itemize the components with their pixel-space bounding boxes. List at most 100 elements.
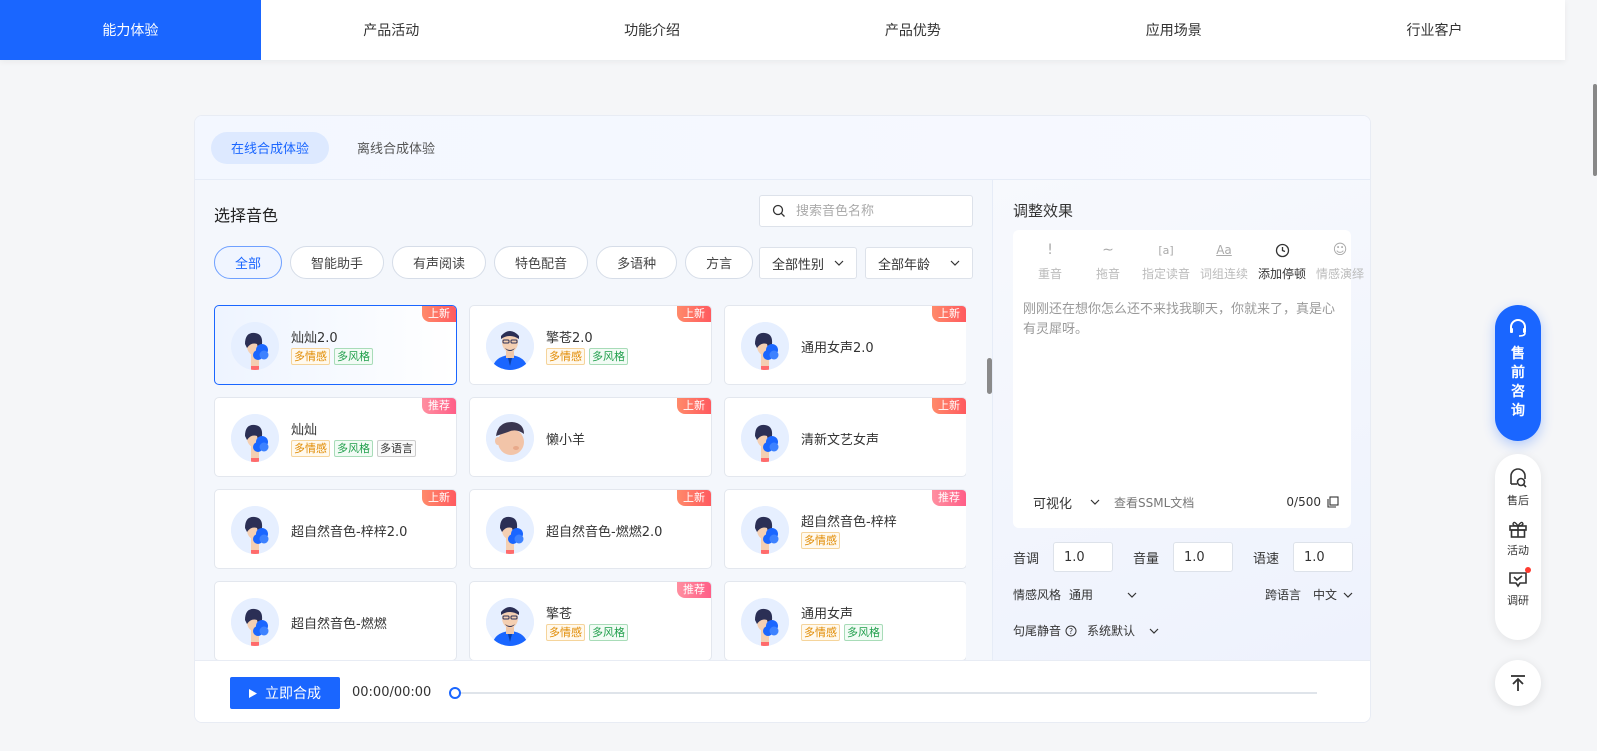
playback-progress[interactable]: [449, 687, 1317, 699]
nav-item-features[interactable]: 功能介绍: [522, 0, 783, 60]
age-select[interactable]: 全部年龄: [865, 247, 973, 279]
text-editor: ! 重音 ∼ 拖音 [a] 指定读音 Aa 词组连续 添加停顿 ☺ 情感演绎 刚…: [1013, 230, 1364, 528]
text-format-icon: Aa: [1216, 243, 1232, 257]
visualize-select[interactable]: 可视化: [1033, 493, 1100, 512]
nav-item-scenarios[interactable]: 应用场景: [1043, 0, 1304, 60]
tool-add-pause[interactable]: 添加停顿: [1253, 240, 1311, 282]
player-bar: 立即合成 00:00/00:00: [195, 660, 1370, 722]
new-badge: 上新: [677, 490, 711, 506]
tool-phrase-continuity[interactable]: Aa 词组连续: [1195, 240, 1253, 282]
volume-input[interactable]: [1173, 542, 1233, 572]
cross-language-select[interactable]: 中文: [1313, 586, 1353, 603]
voice-card[interactable]: 通用女声 多情感 多风格: [724, 581, 966, 661]
gender-select[interactable]: 全部性别: [759, 247, 857, 279]
tag-multi-style: 多风格: [334, 348, 373, 365]
speed-input[interactable]: [1292, 542, 1353, 572]
emotion-row: 情感风格 通用 跨语言 中文: [1013, 586, 1353, 603]
category-all[interactable]: 全部: [214, 246, 283, 279]
presales-consult-button[interactable]: 售前咨询: [1495, 305, 1541, 441]
after-sales-button[interactable]: 售后: [1507, 468, 1529, 508]
playback-progress-knob[interactable]: [449, 687, 461, 699]
voice-name: 超自然音色-梓梓: [801, 515, 897, 530]
tab-offline-synthesis[interactable]: 离线合成体验: [337, 132, 455, 164]
category-multilingual[interactable]: 多语种: [596, 246, 678, 279]
voice-name: 灿灿: [291, 423, 318, 438]
category-audiobook[interactable]: 有声阅读: [392, 246, 487, 279]
playback-time: 00:00/00:00: [352, 685, 432, 700]
chevron-down-icon: [1149, 628, 1159, 634]
tag-multi-emotion: 多情感: [291, 348, 330, 365]
back-to-top-button[interactable]: [1495, 660, 1541, 706]
voice-avatar: [741, 322, 789, 370]
tool-pronunciation-label: 指定读音: [1141, 267, 1190, 281]
new-badge: 上新: [932, 398, 966, 414]
voice-card[interactable]: 超自然音色-梓梓2.0 上新: [214, 489, 457, 569]
chevron-down-icon: [1090, 499, 1100, 505]
category-assistant[interactable]: 智能助手: [290, 246, 385, 279]
recommend-badge: 推荐: [932, 490, 966, 506]
voice-card[interactable]: 超自然音色-燃燃2.0 上新: [469, 489, 712, 569]
voice-name: 超自然音色-燃燃: [291, 617, 387, 632]
tool-drag-sound[interactable]: ∼ 拖音: [1079, 240, 1137, 282]
tool-stress[interactable]: ! 重音: [1021, 240, 1079, 282]
voice-card[interactable]: 擎苍2.0 多情感 多风格 上新: [469, 305, 712, 385]
voice-avatar: [741, 414, 789, 462]
cross-language-label: 跨语言: [1264, 588, 1301, 602]
tab-online-synthesis[interactable]: 在线合成体验: [211, 131, 330, 164]
voice-name: 通用女声: [801, 607, 854, 622]
voice-card[interactable]: 灿灿 多情感 多风格 多语言 推荐: [214, 397, 457, 477]
tag-multi-style: 多风格: [589, 348, 628, 365]
smile-icon: ☺: [1332, 242, 1348, 258]
tail-silence-select[interactable]: 系统默认: [1087, 622, 1159, 639]
pitch-input[interactable]: [1053, 542, 1114, 572]
voice-name: 擎苍: [546, 607, 573, 622]
adjust-title: 调整效果: [1013, 202, 1074, 220]
help-icon[interactable]: ?: [1065, 625, 1077, 637]
voice-card[interactable]: 懒小羊 上新: [469, 397, 712, 477]
nav-item-customers[interactable]: 行业客户: [1304, 0, 1565, 60]
category-dialect[interactable]: 方言: [685, 246, 754, 279]
nav-item-activity[interactable]: 产品活动: [261, 0, 522, 60]
voice-search-input[interactable]: [796, 203, 956, 219]
voice-tags: 多情感: [801, 532, 840, 549]
top-navigation: 能力体验 产品活动 功能介绍 产品优势 应用场景 行业客户: [0, 0, 1565, 60]
voice-name: 超自然音色-燃燃2.0: [546, 525, 663, 540]
activity-button[interactable]: 活动: [1507, 518, 1529, 558]
voice-category-filters: 全部 智能助手 有声阅读 特色配音 多语种 方言: [214, 246, 754, 279]
voice-name: 懒小羊: [546, 433, 586, 448]
voice-card[interactable]: 超自然音色-燃燃: [214, 581, 457, 661]
synthesize-button[interactable]: 立即合成: [230, 677, 340, 709]
voice-card[interactable]: 超自然音色-梓梓 多情感 推荐: [724, 489, 966, 569]
emotion-value: 通用: [1069, 588, 1094, 602]
copy-icon[interactable]: [1327, 496, 1339, 508]
voice-avatar: [231, 598, 279, 646]
page-scrollbar[interactable]: [1593, 84, 1597, 176]
voice-tags: 多情感 多风格: [546, 624, 628, 641]
new-badge: 上新: [422, 306, 456, 322]
nav-item-ability[interactable]: 能力体验: [0, 0, 261, 60]
tag-multi-emotion: 多情感: [546, 624, 585, 641]
nav-item-advantages[interactable]: 产品优势: [782, 0, 1043, 60]
emotion-select[interactable]: 通用: [1069, 586, 1137, 603]
voice-avatar: [231, 506, 279, 554]
chevron-down-icon: [1343, 592, 1353, 598]
voice-card[interactable]: 清新文艺女声 上新: [724, 397, 966, 477]
voice-avatar: [231, 322, 279, 370]
ssml-doc-link[interactable]: 查看SSML文档: [1114, 494, 1194, 511]
voice-card[interactable]: 通用女声2.0 上新: [724, 305, 966, 385]
tail-silence-row: 句尾静音 ? 系统默认: [1013, 622, 1353, 639]
search-icon: [772, 204, 785, 217]
survey-button[interactable]: 调研: [1507, 567, 1531, 608]
voice-card[interactable]: 擎苍 多情感 多风格 推荐: [469, 581, 712, 661]
voice-card[interactable]: 灿灿2.0 多情感 多风格 上新: [214, 305, 457, 385]
tool-pronunciation[interactable]: [a] 指定读音: [1137, 240, 1195, 282]
voice-name: 灿灿2.0: [291, 331, 338, 346]
tag-multi-style: 多风格: [589, 624, 628, 641]
mode-tabs: 在线合成体验 离线合成体验: [195, 116, 1370, 180]
category-dubbing[interactable]: 特色配音: [494, 246, 589, 279]
voice-tags: 多情感 多风格: [291, 348, 373, 365]
pitch-param: 音调: [1013, 542, 1114, 572]
tool-emotion[interactable]: ☺ 情感演绎: [1311, 240, 1369, 282]
synthesis-text-input[interactable]: 刚刚还在想你怎么还不来找我聊天，你就来了，真是心有灵犀呀。: [1023, 300, 1341, 460]
voice-avatar: [486, 506, 534, 554]
